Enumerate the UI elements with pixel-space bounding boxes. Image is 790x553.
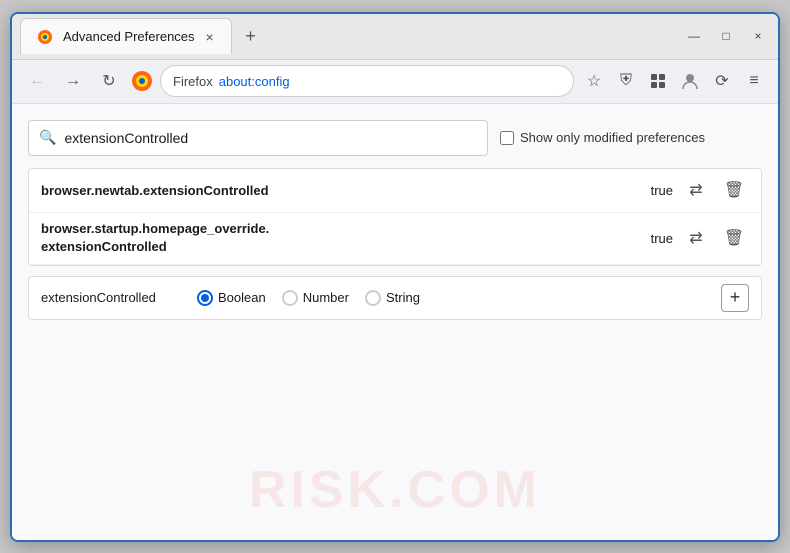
reload-button[interactable]: ↻ <box>94 66 124 96</box>
shield-icon[interactable]: ⛨ <box>612 67 640 95</box>
back-button[interactable]: ← <box>22 66 52 96</box>
delete-icon-2: 🗑 <box>724 228 744 248</box>
swap-button-1[interactable]: ⇄ <box>681 175 711 205</box>
tab-title: Advanced Preferences <box>63 29 195 44</box>
boolean-radio[interactable]: Boolean <box>197 290 266 306</box>
maximize-button[interactable]: □ <box>714 24 738 48</box>
show-modified-checkbox[interactable] <box>500 131 514 145</box>
type-radio-group: Boolean Number String <box>197 290 420 306</box>
watermark: RISK.COM <box>249 460 541 520</box>
content-area: RISK.COM 🔍 Show only modified preference… <box>12 104 778 540</box>
preference-search-box[interactable]: 🔍 <box>28 120 488 156</box>
swap-icon: ⇄ <box>689 180 702 200</box>
add-button[interactable]: + <box>721 284 749 312</box>
number-radio-circle[interactable] <box>282 290 298 306</box>
add-preference-row: extensionControlled Boolean Number Strin… <box>28 276 762 320</box>
string-radio-circle[interactable] <box>365 290 381 306</box>
nav-bar: ← → ↻ Firefox about:config ☆ ⛨ <box>12 60 778 104</box>
new-pref-name: extensionControlled <box>41 290 181 305</box>
new-tab-button[interactable]: + <box>236 21 266 51</box>
profile-icon[interactable] <box>676 67 704 95</box>
pref-value-2: true <box>651 231 673 246</box>
pref-value-1: true <box>651 183 673 198</box>
tab-close-button[interactable]: × <box>201 28 219 46</box>
address-bar[interactable]: Firefox about:config <box>160 65 574 97</box>
window-controls: — □ × <box>682 24 770 48</box>
boolean-radio-circle[interactable] <box>197 290 213 306</box>
menu-icon[interactable]: ≡ <box>740 67 768 95</box>
search-row: 🔍 Show only modified preferences <box>28 120 762 156</box>
delete-icon: 🗑 <box>724 180 744 200</box>
swap-button-2[interactable]: ⇄ <box>681 223 711 253</box>
boolean-label: Boolean <box>218 290 266 305</box>
delete-button-2[interactable]: 🗑 <box>719 223 749 253</box>
swap-icon-2: ⇄ <box>689 228 702 248</box>
firefox-logo <box>130 69 154 93</box>
show-modified-text: Show only modified preferences <box>520 130 705 145</box>
table-row: browser.startup.homepage_override. exten… <box>29 213 761 265</box>
delete-button-1[interactable]: 🗑 <box>719 175 749 205</box>
browser-tab[interactable]: Advanced Preferences × <box>20 18 232 54</box>
url-text: about:config <box>219 74 290 89</box>
table-row: browser.newtab.extensionControlled true … <box>29 169 761 213</box>
extensions-icon[interactable] <box>644 67 672 95</box>
tab-favicon <box>33 25 57 49</box>
nav-icons: ☆ ⛨ ⟳ ≡ <box>580 67 768 95</box>
bookmark-icon[interactable]: ☆ <box>580 67 608 95</box>
search-icon: 🔍 <box>39 129 56 146</box>
browser-name: Firefox <box>173 74 213 89</box>
browser-window: Advanced Preferences × + — □ × ← → ↻ Fir… <box>10 12 780 542</box>
search-input[interactable] <box>64 130 477 146</box>
minimize-button[interactable]: — <box>682 24 706 48</box>
pref-name-2: browser.startup.homepage_override. exten… <box>41 220 643 256</box>
string-radio[interactable]: String <box>365 290 420 306</box>
string-label: String <box>386 290 420 305</box>
results-table: browser.newtab.extensionControlled true … <box>28 168 762 266</box>
number-label: Number <box>303 290 349 305</box>
forward-button[interactable]: → <box>58 66 88 96</box>
sync-icon[interactable]: ⟳ <box>708 67 736 95</box>
title-bar: Advanced Preferences × + — □ × <box>12 14 778 60</box>
pref-name-1: browser.newtab.extensionControlled <box>41 183 643 198</box>
show-modified-label[interactable]: Show only modified preferences <box>500 130 705 145</box>
close-button[interactable]: × <box>746 24 770 48</box>
number-radio[interactable]: Number <box>282 290 349 306</box>
